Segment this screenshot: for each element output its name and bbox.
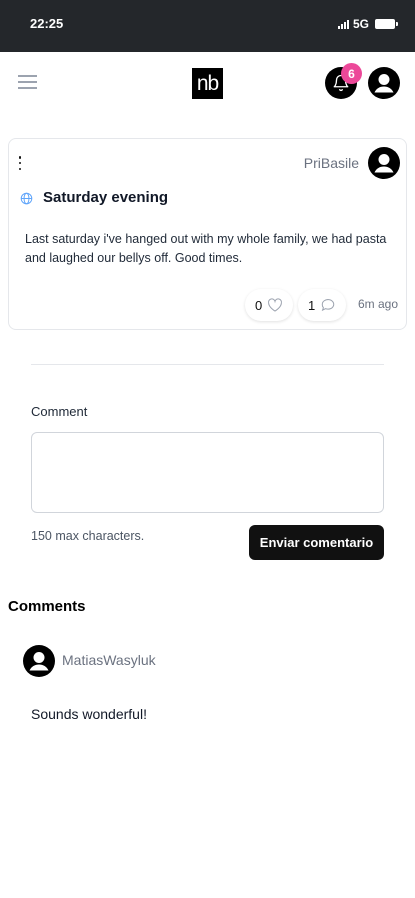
like-count: 0 xyxy=(255,297,263,313)
signal-icon xyxy=(337,19,349,29)
status-indicators: 5G xyxy=(337,17,398,31)
globe-icon xyxy=(20,192,33,205)
like-button[interactable]: 0 xyxy=(245,289,294,321)
navbar: nb 6 xyxy=(0,52,415,114)
heart-icon xyxy=(268,298,283,312)
section-divider xyxy=(31,364,384,365)
comment-item: MatiasWasyluk Sounds wonderful! xyxy=(0,640,415,740)
comment-author-name[interactable]: MatiasWasyluk xyxy=(62,652,156,668)
comment-text: Sounds wonderful! xyxy=(31,706,147,722)
comment-input[interactable] xyxy=(31,432,384,513)
speech-bubble-icon xyxy=(321,299,335,312)
network-type: 5G xyxy=(352,17,369,31)
comment-author-avatar[interactable] xyxy=(23,645,55,677)
user-icon xyxy=(29,652,49,671)
comment-count: 1 xyxy=(308,297,316,313)
user-icon xyxy=(374,74,394,93)
post-body: Last saturday i've hanged out with my wh… xyxy=(25,232,387,265)
more-options-icon[interactable] xyxy=(17,156,23,170)
post-author-avatar[interactable] xyxy=(368,147,400,179)
app-logo[interactable]: nb xyxy=(192,68,223,99)
status-time: 22:25 xyxy=(30,16,64,31)
post-card: PriBasile Saturday evening Last saturday… xyxy=(8,138,407,330)
hamburger-menu-icon[interactable] xyxy=(18,75,37,89)
notification-count-badge: 6 xyxy=(341,63,362,84)
user-avatar-button[interactable] xyxy=(368,67,400,99)
comments-heading: Comments xyxy=(8,598,86,615)
comment-label: Comment xyxy=(31,404,88,419)
post-title: Saturday evening xyxy=(43,189,169,206)
comment-count-button[interactable]: 1 xyxy=(298,289,347,321)
status-bar: 22:25 5G xyxy=(0,0,415,52)
battery-icon xyxy=(375,19,398,29)
character-limit-hint: 150 max characters. xyxy=(31,529,145,543)
user-icon xyxy=(374,154,394,173)
post-author-name[interactable]: PriBasile xyxy=(304,155,359,171)
post-timestamp: 6m ago xyxy=(357,297,398,311)
submit-comment-button[interactable]: Enviar comentario xyxy=(249,525,384,560)
